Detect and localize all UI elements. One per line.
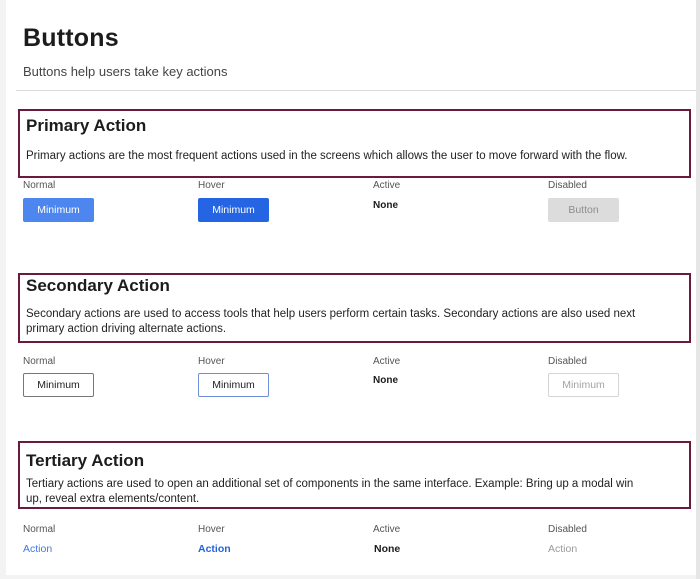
tertiary-active-label: Active: [373, 524, 401, 535]
tertiary-section-highlight: Tertiary Action Tertiary actions are use…: [18, 441, 691, 509]
secondary-hover-label: Hover: [198, 356, 225, 367]
tertiary-normal-link[interactable]: Action: [23, 543, 52, 555]
tertiary-disabled-link: Action: [548, 543, 578, 555]
tertiary-hover-link[interactable]: Action: [198, 543, 231, 555]
secondary-section-description-line1: Secondary actions are used to access too…: [26, 308, 636, 320]
right-scroll-edge: [696, 0, 700, 579]
secondary-disabled-button: Minimum: [548, 373, 619, 397]
primary-section-title: Primary Action: [26, 116, 147, 135]
primary-active-label: Active: [373, 180, 401, 191]
secondary-disabled-label: Disabled: [548, 356, 587, 367]
secondary-active-none: None: [373, 375, 398, 386]
tertiary-disabled-label: Disabled: [548, 524, 587, 535]
tertiary-active-none: None: [374, 543, 401, 555]
primary-hover-label: Hover: [198, 180, 225, 191]
tertiary-hover-label: Hover: [198, 524, 225, 535]
primary-normal-button[interactable]: Minimum: [23, 198, 94, 222]
secondary-hover-button[interactable]: Minimum: [198, 373, 269, 397]
header-divider: [16, 90, 696, 91]
primary-active-none: None: [373, 200, 398, 211]
primary-normal-label: Normal: [23, 180, 56, 191]
primary-disabled-label: Disabled: [548, 180, 587, 191]
primary-section-highlight: Primary Action Primary actions are the m…: [18, 109, 691, 178]
secondary-section-description-line2: primary action driving alternate actions…: [26, 323, 227, 335]
secondary-section-highlight: Secondary Action Secondary actions are u…: [18, 273, 691, 343]
secondary-section-title: Secondary Action: [26, 276, 170, 295]
tertiary-section-description-line1: Tertiary actions are used to open an add…: [26, 478, 634, 490]
secondary-normal-label: Normal: [23, 356, 56, 367]
secondary-normal-button[interactable]: Minimum: [23, 373, 94, 397]
primary-section-description: Primary actions are the most frequent ac…: [26, 150, 628, 162]
primary-hover-button[interactable]: Minimum: [198, 198, 269, 222]
page-subtitle: Buttons help users take key actions: [23, 64, 228, 79]
primary-disabled-button: Button: [548, 198, 619, 222]
tertiary-section-title: Tertiary Action: [26, 451, 145, 470]
page-title: Buttons: [23, 24, 119, 52]
tertiary-section-description-line2: up, reveal extra elements/content.: [26, 493, 200, 505]
secondary-active-label: Active: [373, 356, 401, 367]
tertiary-normal-label: Normal: [23, 524, 56, 535]
buttons-doc-page: Buttons Buttons help users take key acti…: [6, 0, 696, 575]
